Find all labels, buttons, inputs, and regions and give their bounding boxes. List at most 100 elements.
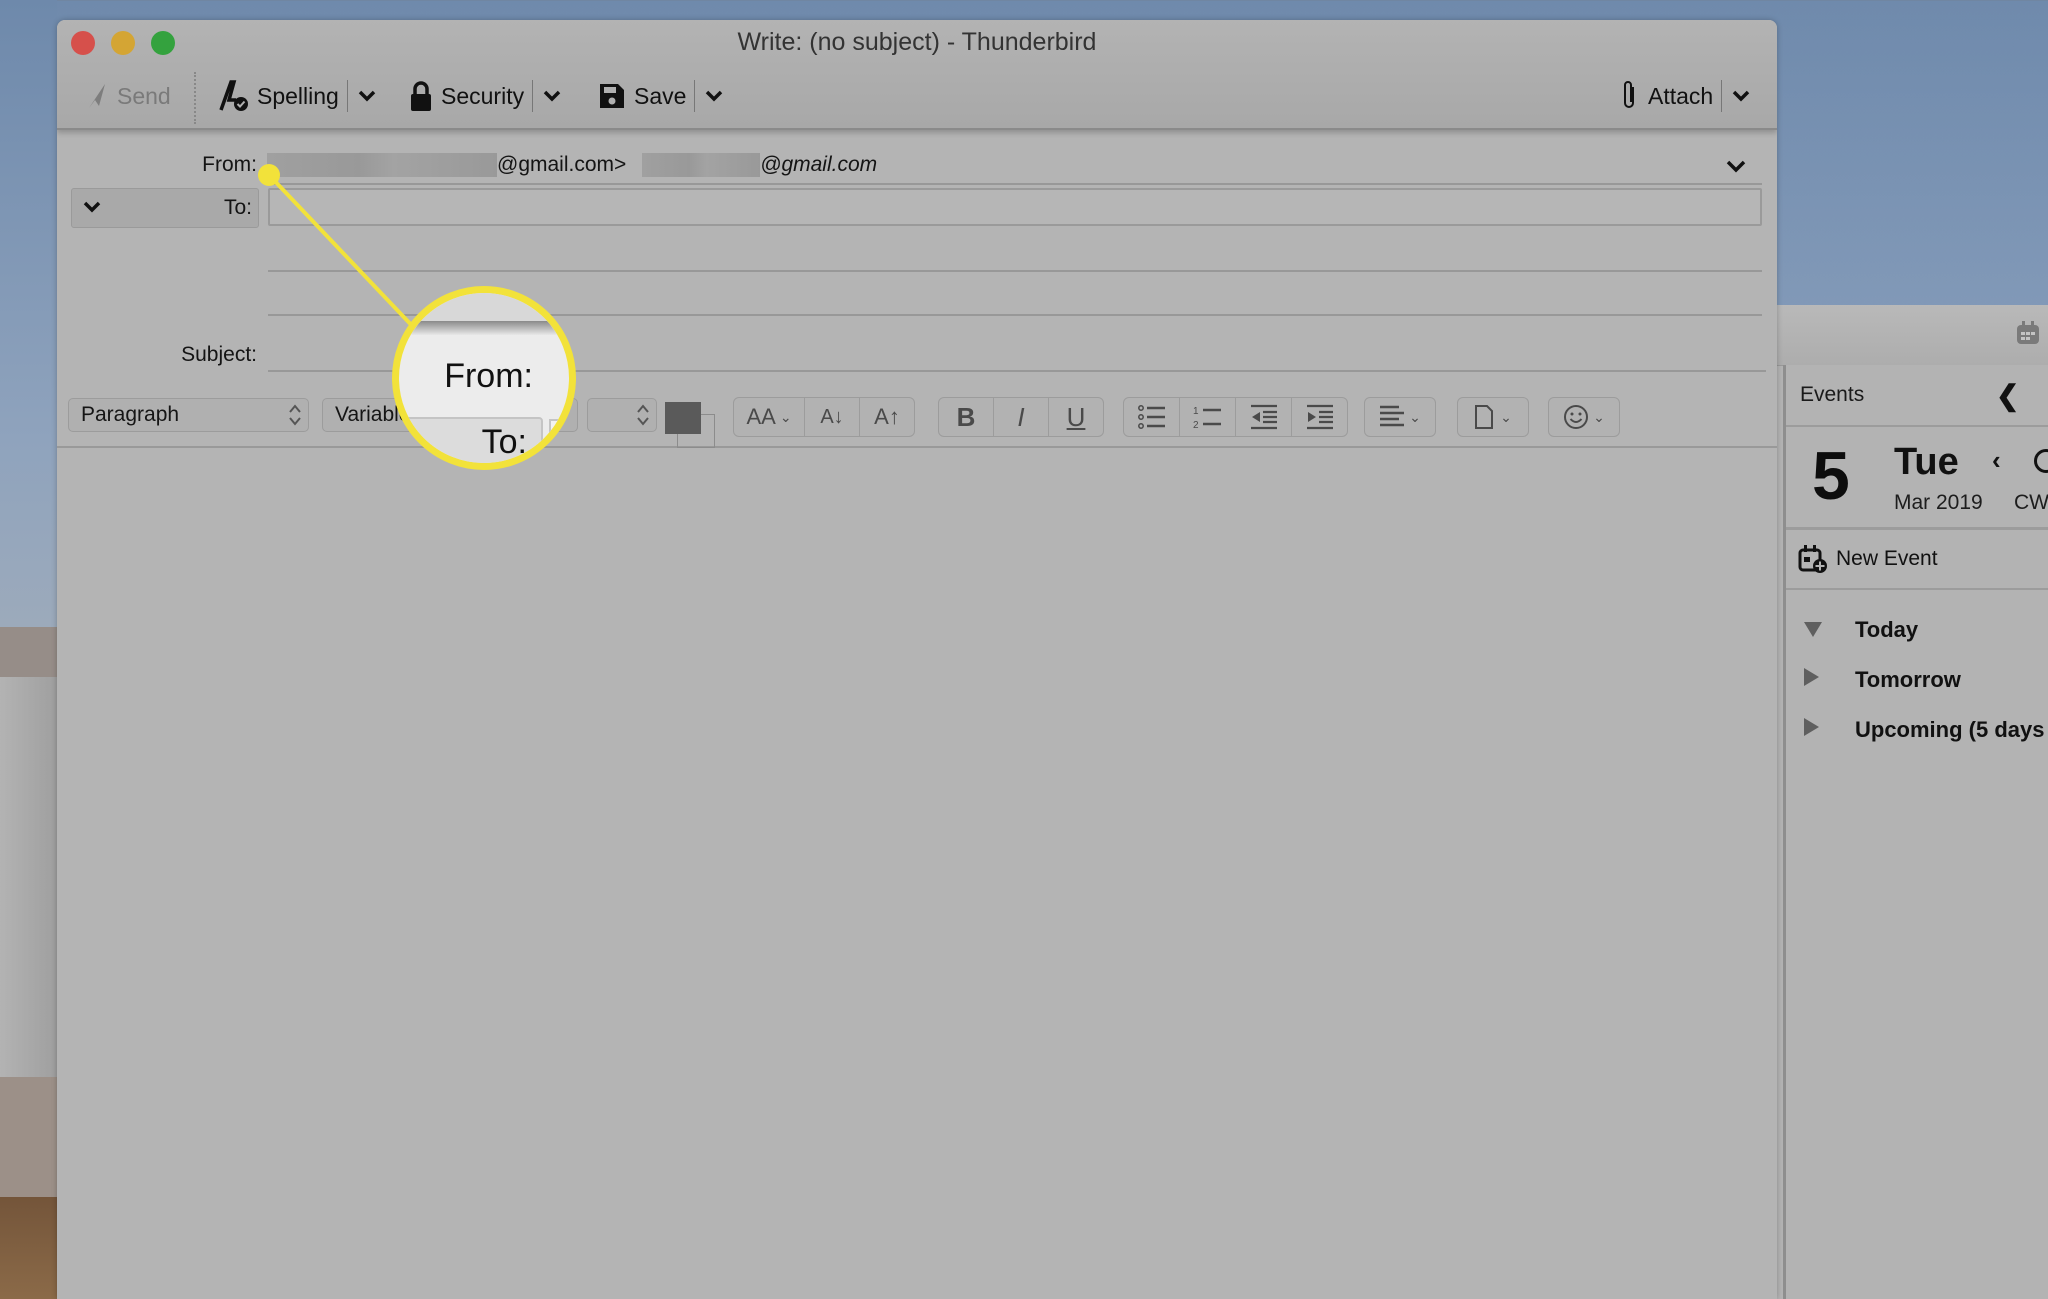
larger-text-button[interactable]: A↑	[860, 398, 914, 436]
calendar-window: Events ❮ 5 Tue Mar 2019 ‹ CW New Event T…	[1777, 305, 2048, 1299]
magnified-shadow	[399, 321, 569, 335]
italic-button[interactable]: I	[994, 398, 1049, 436]
desktop-background	[0, 1197, 57, 1299]
text-color-button[interactable]	[665, 402, 701, 434]
compose-window: Write: (no subject) - Thunderbird Send S…	[57, 20, 1777, 1299]
previous-day-button[interactable]: ‹	[1992, 445, 2001, 476]
from-select[interactable]: @gmail.com> @gmail.com	[267, 153, 878, 178]
lock-icon	[411, 81, 431, 111]
svg-text:2: 2	[1193, 420, 1199, 430]
desktop-background	[0, 677, 57, 1077]
from-label: From:	[202, 153, 257, 176]
align-group: ⌄	[1364, 397, 1436, 437]
message-body-editor[interactable]	[57, 448, 1777, 1299]
event-group-label: Today	[1855, 617, 1919, 642]
send-button[interactable]: Send	[85, 74, 171, 118]
text-size-group: AA ⌄ A↓ A↑	[733, 397, 915, 437]
new-event-button[interactable]: New Event	[1786, 530, 2048, 590]
save-icon	[600, 84, 624, 108]
list-indent-group: 12	[1123, 397, 1348, 437]
desktop-background	[0, 1077, 57, 1197]
toolbar-separator	[194, 72, 196, 124]
font-size-select[interactable]	[587, 398, 657, 432]
weekday: Tue	[1894, 441, 1959, 483]
event-group-today[interactable]: Today	[1786, 604, 2048, 654]
dropdown-separator	[694, 80, 696, 112]
from-address-partial: @gmail.com>	[497, 153, 627, 176]
numbered-list-button[interactable]: 12	[1180, 398, 1236, 436]
align-left-icon	[1380, 405, 1405, 427]
dropdown-separator	[532, 80, 534, 112]
save-button[interactable]: Save	[598, 74, 725, 118]
dropdown-separator	[1721, 80, 1723, 112]
event-group-tomorrow[interactable]: Tomorrow	[1786, 654, 2048, 704]
bulleted-list-button[interactable]	[1124, 398, 1180, 436]
security-label: Security	[441, 82, 525, 109]
chevron-down-icon[interactable]	[1730, 85, 1752, 107]
paperclip-icon	[1624, 81, 1634, 108]
magnified-to-label: To:	[481, 423, 527, 461]
collapsed-triangle-icon[interactable]	[1804, 718, 1819, 736]
chevron-down-icon[interactable]	[1725, 158, 1747, 176]
to-label: To:	[223, 196, 252, 219]
chevron-down-icon	[83, 201, 101, 213]
font-size-menu-button[interactable]: AA ⌄	[734, 398, 805, 436]
from-identity: @gmail.com	[760, 153, 878, 176]
smaller-text-button[interactable]: A↓	[805, 398, 860, 436]
magnified-from-label: From:	[444, 357, 533, 395]
date-display: 5 Tue Mar 2019 ‹ CW	[1786, 427, 2048, 530]
magnified-toolbar	[399, 293, 569, 321]
to-input[interactable]	[268, 188, 1762, 226]
new-event-icon	[1798, 545, 1827, 573]
event-group-upcoming[interactable]: Upcoming (5 days	[1786, 704, 2048, 754]
chevron-down-icon[interactable]	[541, 85, 563, 107]
chevron-down-icon[interactable]	[703, 85, 725, 107]
spelling-button[interactable]: Spelling	[219, 74, 378, 118]
document-icon	[1475, 405, 1494, 429]
paragraph-format-value: Paragraph	[81, 403, 180, 426]
align-menu-button[interactable]: ⌄	[1365, 398, 1435, 436]
bold-button[interactable]: B	[939, 398, 994, 436]
events-title: Events	[1800, 383, 1865, 406]
spelling-icon	[219, 80, 248, 111]
new-event-label: New Event	[1836, 547, 1938, 570]
send-icon	[89, 84, 105, 108]
chevron-down-icon[interactable]	[356, 85, 378, 107]
calendar-week: CW	[2014, 491, 2048, 514]
security-button[interactable]: Security	[409, 74, 563, 118]
expanded-triangle-icon[interactable]	[1804, 622, 1822, 637]
text-style-group: B I U	[938, 397, 1104, 437]
collapsed-triangle-icon[interactable]	[1804, 668, 1819, 686]
divider	[268, 183, 1762, 185]
calendar-icon[interactable]	[2014, 319, 2042, 347]
event-group-label: Tomorrow	[1855, 667, 1961, 692]
paragraph-format-select[interactable]: Paragraph	[68, 398, 309, 432]
insert-menu-button[interactable]: ⌄	[1458, 398, 1528, 436]
bulleted-list-icon	[1137, 405, 1165, 429]
events-list: Today Tomorrow Upcoming (5 days	[1786, 590, 2048, 754]
recipient-type-select[interactable]: To:	[71, 188, 259, 228]
title-bar: Write: (no subject) - Thunderbird Send S…	[57, 20, 1777, 130]
indent-icon	[1306, 404, 1333, 430]
month-year: Mar 2019	[1894, 491, 1983, 514]
send-label: Send	[117, 82, 171, 109]
emoji-menu-button[interactable]: ⌄	[1549, 398, 1619, 436]
svg-text:1: 1	[1193, 406, 1199, 417]
indent-button[interactable]	[1292, 398, 1347, 436]
save-label: Save	[634, 82, 687, 109]
attach-label: Attach	[1648, 82, 1714, 109]
calendar-toolbar	[1777, 305, 2048, 366]
desktop-background	[0, 0, 57, 627]
event-group-label: Upcoming (5 days	[1855, 717, 2045, 742]
today-button[interactable]	[2034, 449, 2048, 473]
outdent-button[interactable]	[1236, 398, 1292, 436]
attach-button[interactable]: Attach	[1618, 74, 1752, 118]
day-number: 5	[1812, 438, 1850, 514]
recipient-line	[268, 270, 1762, 272]
numbered-list-icon: 12	[1193, 406, 1221, 430]
chevron-left-icon[interactable]: ❮	[1996, 379, 2019, 412]
formatting-toolbar: Paragraph Variable Width AA⌄ A↓ A↑ B I U	[57, 384, 1777, 448]
up-down-arrows-icon	[637, 404, 649, 426]
events-header: Events ❮	[1786, 365, 2048, 427]
underline-button[interactable]: U	[1049, 398, 1103, 436]
